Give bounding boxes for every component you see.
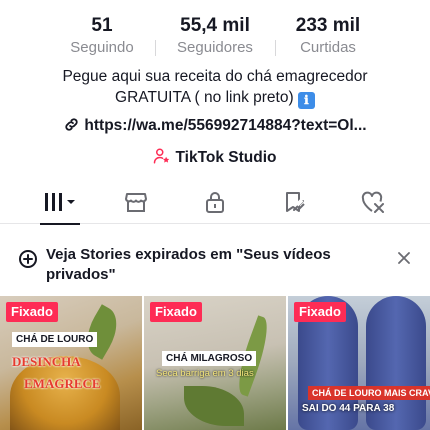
video-grid: Fixado CHÁ DE LOURO DESINCHA EMAGRECE Fi… [0, 296, 430, 430]
likes-label: Curtidas [300, 39, 356, 56]
grid-icon [45, 193, 75, 211]
followers-label: Seguidores [177, 39, 253, 56]
info-emoji-icon: ℹ [297, 92, 315, 109]
expired-stories-notice[interactable]: Veja Stories expirados em "Seus vídeos p… [0, 236, 430, 290]
video-thumbnail[interactable]: Fixado CHÁ DE LOURO MAIS CRAVO SAI DO 44… [288, 296, 430, 430]
bookmark-icon [286, 192, 305, 212]
video-overlay-text: SAI DO 44 PARA 38 [302, 403, 395, 414]
heart-icon [361, 191, 384, 213]
tab-shop[interactable] [106, 180, 166, 224]
tiktok-studio-label: TikTok Studio [175, 149, 277, 166]
video-overlay-text: Seca barriga em 3 dias [156, 368, 254, 379]
pinned-badge: Fixado [150, 302, 202, 322]
followers-count: 55,4 mil [180, 15, 250, 36]
tab-liked[interactable] [343, 180, 403, 224]
followers-stat[interactable]: 55,4 mil Seguidores [155, 14, 275, 58]
pinned-badge: Fixado [6, 302, 58, 322]
active-tab-indicator [40, 223, 80, 225]
likes-stat[interactable]: 233 mil Curtidas [268, 14, 388, 58]
tab-private[interactable] [185, 180, 245, 224]
profile-bio: Pegue aqui sua receita do chá emagrecedo… [20, 66, 410, 109]
tab-videos-grid[interactable] [30, 180, 90, 225]
bio-link-text: https://wa.me/556992714884?text=Ol... [84, 117, 367, 134]
video-overlay-text: DESINCHA [12, 354, 81, 369]
close-icon[interactable] [396, 250, 412, 266]
notice-text: Veja Stories expirados em "Seus vídeos p… [46, 246, 331, 283]
video-caption: CHÁ MILAGROSO [162, 351, 257, 366]
video-thumbnail[interactable]: Fixado CHÁ DE LOURO DESINCHA EMAGRECE [0, 296, 142, 430]
bio-link[interactable]: https://wa.me/556992714884?text=Ol... [0, 116, 430, 135]
profile-tabs [0, 180, 430, 225]
following-label: Seguindo [70, 39, 134, 56]
add-story-icon [19, 250, 37, 268]
following-stat[interactable]: 51 Seguindo [42, 14, 162, 58]
bio-line-1: Pegue aqui sua receita do chá emagrecedo… [62, 68, 368, 85]
video-overlay-text: EMAGRECE [24, 376, 101, 391]
herb-bundle-image [184, 386, 244, 426]
bio-line-2-wrap: GRATUITA ( no link preto) ℹ [20, 87, 410, 109]
profile-stats: 51 Seguindo 55,4 mil Seguidores 233 mil … [0, 14, 430, 60]
link-icon [65, 118, 79, 131]
lock-icon [206, 192, 224, 213]
following-count: 51 [91, 15, 113, 36]
person-star-icon [154, 148, 170, 164]
tiktok-studio-link[interactable]: TikTok Studio [0, 147, 430, 167]
video-caption: CHÁ DE LOURO MAIS CRAVO [308, 386, 430, 400]
pinned-badge: Fixado [294, 302, 346, 322]
tab-saved[interactable] [264, 180, 324, 224]
likes-count: 233 mil [295, 15, 361, 36]
video-caption: CHÁ DE LOURO [12, 332, 98, 347]
bio-line-2: GRATUITA ( no link preto) [115, 89, 294, 106]
video-thumbnail[interactable]: Fixado CHÁ MILAGROSO Seca barriga em 3 d… [144, 296, 286, 430]
shop-icon [125, 193, 147, 212]
